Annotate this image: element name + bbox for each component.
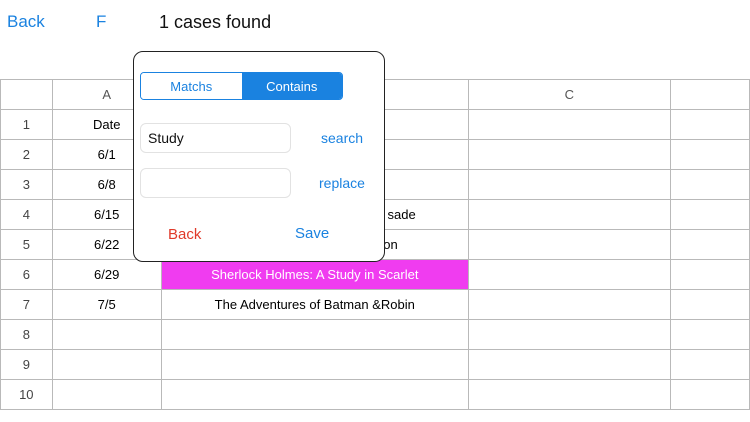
corner-cell: [0, 79, 53, 110]
cell-c[interactable]: [467, 289, 671, 320]
save-button[interactable]: Save: [295, 225, 329, 242]
table-row: 9: [0, 349, 750, 380]
cell-c[interactable]: [467, 259, 671, 290]
cell-a[interactable]: 6/29: [51, 259, 162, 290]
row-number[interactable]: 3: [0, 169, 53, 200]
cell-d[interactable]: [669, 139, 750, 170]
table-row: 6 6/29 Sherlock Holmes: A Study in Scarl…: [0, 259, 750, 290]
cell-d[interactable]: [669, 229, 750, 260]
find-replace-popover: Matchs Contains search replace Back Save: [133, 51, 385, 262]
row-number[interactable]: 2: [0, 139, 53, 170]
cell-d[interactable]: [669, 319, 750, 350]
cell-b[interactable]: [160, 319, 469, 350]
replace-input[interactable]: [140, 168, 291, 198]
segment-contains[interactable]: Contains: [241, 73, 342, 99]
row-number[interactable]: 9: [0, 349, 53, 380]
cell-d[interactable]: [669, 109, 750, 140]
row-number[interactable]: 5: [0, 229, 53, 260]
table-row: 10: [0, 379, 750, 410]
cell-c[interactable]: [467, 109, 671, 140]
cell-a[interactable]: [51, 379, 162, 410]
cell-c[interactable]: [467, 199, 671, 230]
cell-c[interactable]: [467, 349, 671, 380]
popover-back-button[interactable]: Back: [168, 226, 201, 243]
cell-b[interactable]: [160, 379, 469, 410]
cell-d[interactable]: [669, 349, 750, 380]
segment-matchs[interactable]: Matchs: [141, 73, 242, 99]
cell-b[interactable]: [160, 349, 469, 380]
cell-c[interactable]: [467, 229, 671, 260]
match-mode-segmented-control: Matchs Contains: [140, 72, 343, 100]
cell-c[interactable]: [467, 139, 671, 170]
table-row: 8: [0, 319, 750, 350]
cell-b[interactable]: The Adventures of Batman &Robin: [160, 289, 469, 320]
cell-c[interactable]: [467, 319, 671, 350]
row-number[interactable]: 6: [0, 259, 53, 290]
results-count: 1 cases found: [159, 12, 272, 32]
row-number[interactable]: 8: [0, 319, 53, 350]
cell-a[interactable]: [51, 349, 162, 380]
cell-a[interactable]: 7/5: [51, 289, 162, 320]
cell-d[interactable]: [669, 199, 750, 230]
cell-a[interactable]: [51, 319, 162, 350]
column-header-d[interactable]: [669, 79, 750, 110]
cell-d[interactable]: [669, 289, 750, 320]
highlighted-cell[interactable]: Sherlock Holmes: A Study in Scarlet: [160, 259, 469, 290]
row-number[interactable]: 7: [0, 289, 53, 320]
row-number[interactable]: 10: [0, 379, 53, 410]
find-input[interactable]: [140, 123, 291, 153]
column-header-c[interactable]: C: [467, 79, 671, 110]
find-button[interactable]: F: [96, 12, 106, 32]
cell-d[interactable]: [669, 259, 750, 290]
search-button[interactable]: search: [321, 130, 363, 146]
replace-button[interactable]: replace: [319, 175, 365, 191]
cell-c[interactable]: [467, 379, 671, 410]
cell-d[interactable]: [669, 379, 750, 410]
row-number[interactable]: 1: [0, 109, 53, 140]
cell-c[interactable]: [467, 169, 671, 200]
top-toolbar: Back F 1 cases found: [0, 0, 750, 50]
table-row: 7 7/5 The Adventures of Batman &Robin: [0, 289, 750, 320]
cell-d[interactable]: [669, 169, 750, 200]
row-number[interactable]: 4: [0, 199, 53, 230]
back-button[interactable]: Back: [7, 12, 45, 32]
